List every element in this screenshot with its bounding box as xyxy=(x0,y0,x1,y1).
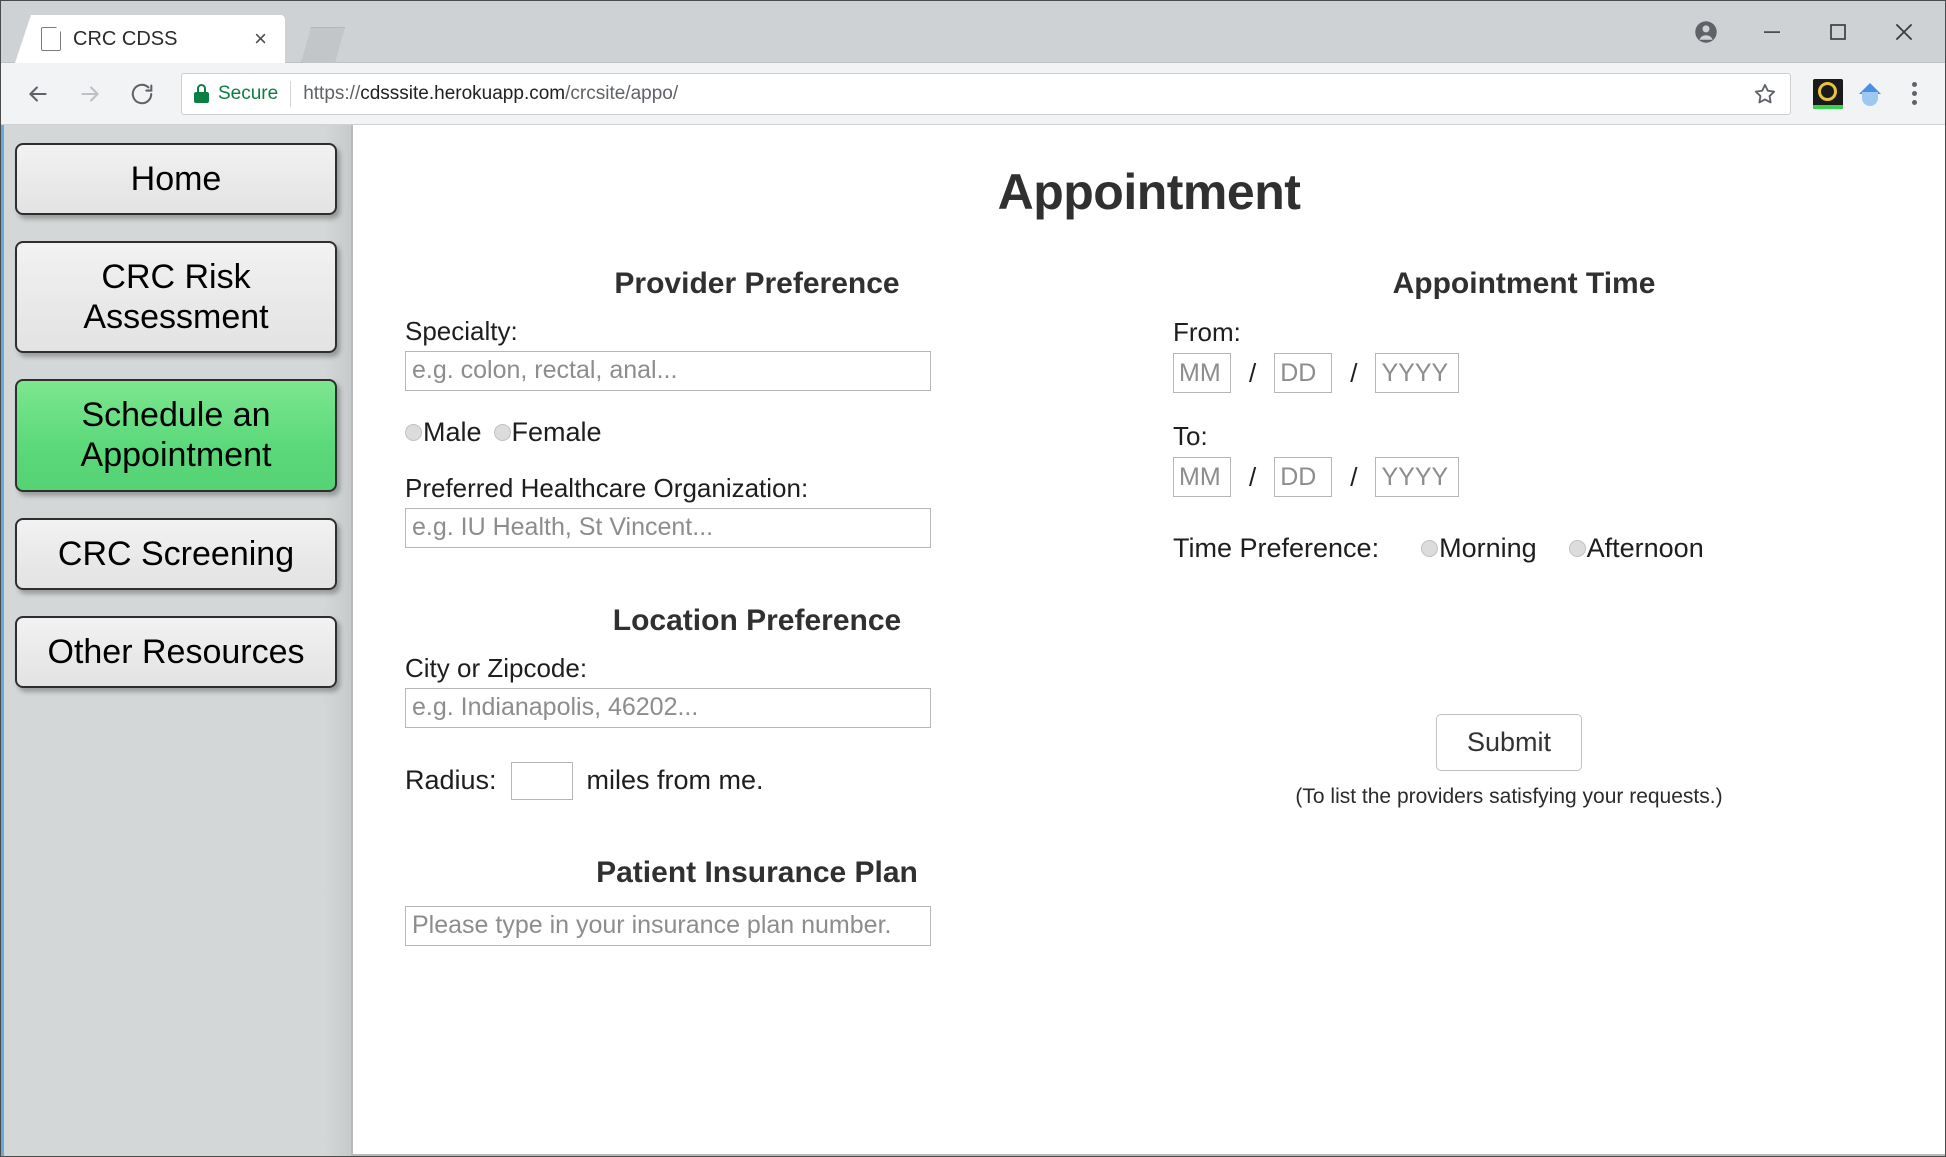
provider-gender-radio-group: Male Female xyxy=(405,417,1109,448)
page-body: Home CRC Risk Assessment Schedule an App… xyxy=(1,125,1945,1156)
date-separator: / xyxy=(1350,357,1358,388)
secure-label: Secure xyxy=(218,82,279,104)
city-or-zipcode-label: City or Zipcode: xyxy=(405,652,588,683)
provider-preference-heading: Provider Preference xyxy=(614,267,900,300)
reload-icon[interactable] xyxy=(119,71,165,117)
three-dot-menu-icon[interactable] xyxy=(1897,74,1931,114)
from-year-input[interactable]: YYYY xyxy=(1375,353,1460,393)
to-label: To: xyxy=(1173,421,1208,451)
tab-title: CRC CDSS xyxy=(73,27,178,50)
address-bar[interactable]: Secure https://cdsssite.herokuapp.com/cr… xyxy=(181,72,1791,115)
submit-area: Submit (To list the providers satisfying… xyxy=(1173,714,1875,809)
browser-tab[interactable]: CRC CDSS × xyxy=(15,15,285,63)
right-column: Appointment Time From: MM / DD / YYYY To… xyxy=(1129,267,1905,946)
new-tab-button[interactable] xyxy=(301,27,345,63)
organization-input[interactable]: e.g. IU Health, St Vincent... xyxy=(405,507,931,548)
content-bottom-border xyxy=(353,1154,1945,1156)
radius-suffix-label: miles from me. xyxy=(586,765,764,796)
patient-insurance-plan-heading: Patient Insurance Plan xyxy=(596,855,918,889)
from-date-row: MM / DD / YYYY xyxy=(1173,353,1875,393)
extension-icon[interactable] xyxy=(1855,79,1885,109)
close-icon[interactable]: × xyxy=(248,28,273,50)
radio-afternoon-label[interactable]: Afternoon xyxy=(1587,533,1704,564)
submit-button[interactable]: Submit xyxy=(1435,714,1583,771)
title-bar: CRC CDSS × xyxy=(1,1,1945,63)
page-title: Appointment xyxy=(997,164,1301,220)
left-column: Provider Preference Specialty: e.g. colo… xyxy=(353,267,1129,946)
radius-label: Radius: xyxy=(405,765,497,796)
location-preference-heading: Location Preference xyxy=(612,603,902,637)
specialty-input[interactable]: e.g. colon, rectal, anal... xyxy=(405,350,931,391)
back-arrow-icon[interactable] xyxy=(15,71,61,117)
organization-label: Preferred Healthcare Organization: xyxy=(405,472,809,503)
maximize-icon[interactable] xyxy=(1805,6,1871,58)
radius-input[interactable] xyxy=(510,761,573,800)
form-columns: Provider Preference Specialty: e.g. colo… xyxy=(353,267,1945,946)
specialty-label: Specialty: xyxy=(405,316,518,346)
appointment-time-heading: Appointment Time xyxy=(1392,267,1656,300)
radius-row: Radius: miles from me. xyxy=(405,761,1109,800)
page-icon xyxy=(41,26,62,51)
radio-male[interactable] xyxy=(405,423,422,441)
lock-icon xyxy=(194,84,209,103)
date-separator: / xyxy=(1249,461,1257,492)
to-year-input[interactable]: YYYY xyxy=(1375,457,1460,497)
radio-female[interactable] xyxy=(493,423,511,441)
browser-window: CRC CDSS × Secure https://cdsssite.herok… xyxy=(0,0,1946,1157)
radio-afternoon[interactable] xyxy=(1568,540,1586,557)
url-path: /crcsite/appo/ xyxy=(565,82,679,104)
time-preference-row: Time Preference: Morning Afternoon xyxy=(1173,533,1875,564)
time-preference-label: Time Preference: xyxy=(1173,533,1380,563)
sidebar-item-home[interactable]: Home xyxy=(15,143,337,216)
divider xyxy=(290,80,292,107)
star-icon[interactable] xyxy=(1752,81,1778,107)
url-host: cdsssite.herokuapp.com xyxy=(360,82,566,104)
to-date-row: MM / DD / YYYY xyxy=(1173,457,1875,497)
to-month-input[interactable]: MM xyxy=(1173,457,1231,497)
from-day-input[interactable]: DD xyxy=(1274,353,1333,393)
url-text: https://cdsssite.herokuapp.com/crcsite/a… xyxy=(303,83,1742,105)
city-or-zipcode-input[interactable]: e.g. Indianapolis, 46202... xyxy=(405,687,931,728)
minimize-icon[interactable] xyxy=(1739,6,1805,58)
browser-toolbar: Secure https://cdsssite.herokuapp.com/cr… xyxy=(1,63,1945,125)
window-controls xyxy=(1673,1,1937,63)
from-month-input[interactable]: MM xyxy=(1173,353,1231,393)
main-content: Appointment Provider Preference Specialt… xyxy=(353,125,1945,1156)
forward-arrow-icon[interactable] xyxy=(67,71,113,117)
radio-male-label[interactable]: Male xyxy=(423,417,482,448)
from-label: From: xyxy=(1173,317,1241,347)
profile-icon[interactable] xyxy=(1673,6,1739,58)
sidebar-item-schedule-an-appointment[interactable]: Schedule an Appointment xyxy=(15,379,337,492)
submit-note: (To list the providers satisfying your r… xyxy=(1295,785,1723,808)
extension-icon[interactable] xyxy=(1813,78,1843,109)
radio-morning-label[interactable]: Morning xyxy=(1439,533,1537,564)
url-scheme: https:// xyxy=(303,82,361,104)
sidebar-item-other-resources[interactable]: Other Resources xyxy=(15,615,337,688)
sidebar-item-crc-screening[interactable]: CRC Screening xyxy=(15,517,337,590)
sidebar: Home CRC Risk Assessment Schedule an App… xyxy=(1,125,353,1156)
to-day-input[interactable]: DD xyxy=(1274,457,1333,497)
radio-morning[interactable] xyxy=(1421,540,1439,557)
date-separator: / xyxy=(1249,357,1257,388)
window-close-icon[interactable] xyxy=(1871,6,1937,58)
date-separator: / xyxy=(1350,461,1358,492)
sidebar-item-crc-risk-assessment[interactable]: CRC Risk Assessment xyxy=(15,241,337,354)
radio-female-label[interactable]: Female xyxy=(512,417,602,448)
insurance-plan-input[interactable]: Please type in your insurance plan numbe… xyxy=(405,905,931,946)
